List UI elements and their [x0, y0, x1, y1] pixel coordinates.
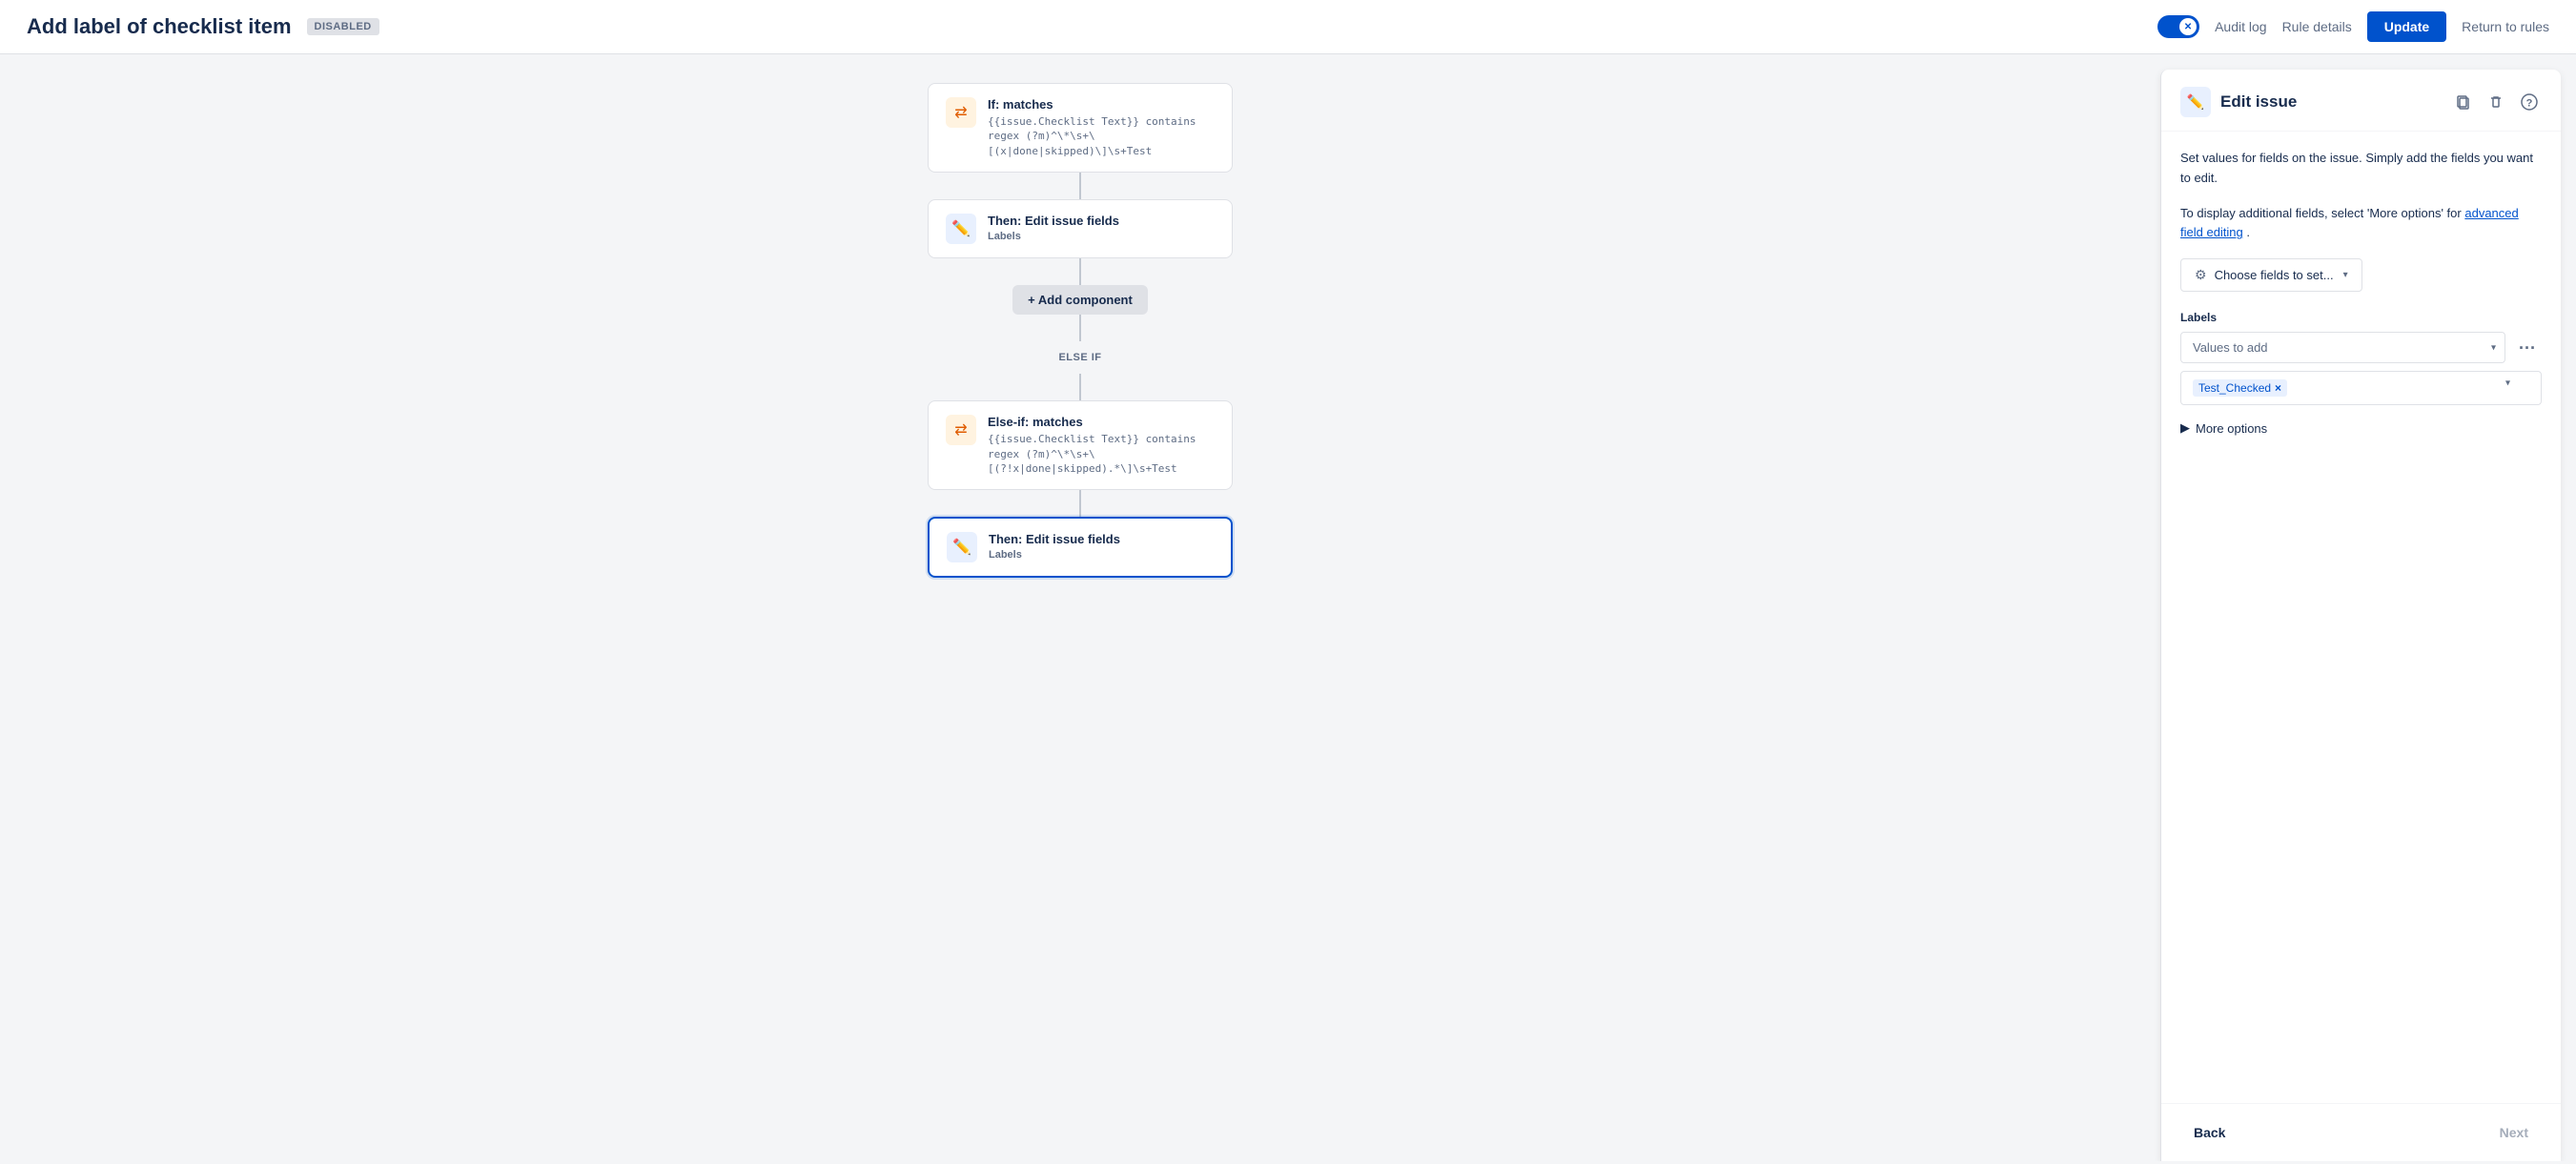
- panel-desc-2: To display additional fields, select 'Mo…: [2180, 204, 2542, 244]
- panel-icon-wrap: ✏️: [2180, 87, 2211, 117]
- disabled-badge: DISABLED: [307, 18, 379, 35]
- tag-select-wrapper: Test_Checked × ▾: [2180, 371, 2542, 405]
- split-orange-icon-wrap: ⇄: [946, 97, 976, 128]
- toggle-knob: ✕: [2179, 18, 2197, 35]
- split-orange-icon: ⇄: [954, 103, 967, 122]
- connector-5: [1079, 490, 1081, 517]
- main-layout: ⇄ If: matches {{issue.Checklist Text}} c…: [0, 54, 2576, 1161]
- pencil-blue-icon-wrap-1: ✏️: [946, 214, 976, 244]
- flow-canvas: ⇄ If: matches {{issue.Checklist Text}} c…: [0, 54, 2160, 1161]
- connector-4: [1079, 374, 1081, 400]
- rule-details-link[interactable]: Rule details: [2282, 19, 2352, 34]
- panel-header-actions: ?: [2452, 90, 2542, 114]
- then-edit-1-subtitle: Labels: [988, 231, 1215, 242]
- panel-header: ✏️ Edit issue ?: [2161, 70, 2561, 132]
- connector-3: [1079, 315, 1081, 341]
- next-button: Next: [2486, 1117, 2542, 1148]
- copy-button[interactable]: [2452, 91, 2475, 113]
- chevron-down-icon: ▾: [2343, 270, 2348, 280]
- if-matches-desc: {{issue.Checklist Text}} contains regex …: [988, 114, 1215, 158]
- values-to-add-wrapper: Values to add ▾: [2180, 332, 2505, 363]
- else-if-label: ELSE IF: [1049, 349, 1111, 366]
- return-to-rules-link[interactable]: Return to rules: [2462, 19, 2549, 34]
- choose-fields-button[interactable]: ⚙ Choose fields to set... ▾: [2180, 258, 2362, 292]
- flow-column: ⇄ If: matches {{issue.Checklist Text}} c…: [918, 83, 1242, 578]
- tag-select-chevron-icon: ▾: [2505, 378, 2510, 388]
- help-button[interactable]: ?: [2517, 90, 2542, 114]
- panel-pencil-icon: ✏️: [2187, 93, 2205, 111]
- page-title: Add label of checklist item: [27, 14, 292, 39]
- svg-text:?: ?: [2526, 98, 2533, 110]
- connector-1: [1079, 173, 1081, 199]
- tag-select-display[interactable]: Test_Checked × ▾: [2180, 371, 2542, 405]
- split-orange-icon-2: ⇄: [954, 420, 967, 439]
- pencil-blue-icon-wrap-2: ✏️: [947, 532, 977, 562]
- labels-field-row: Values to add ▾ ···: [2180, 332, 2542, 363]
- more-options-dots-button[interactable]: ···: [2513, 336, 2542, 360]
- help-icon: ?: [2521, 93, 2538, 111]
- if-matches-title: If: matches: [988, 97, 1215, 112]
- audit-log-link[interactable]: Audit log: [2215, 19, 2266, 34]
- pencil-blue-icon-2: ✏️: [952, 538, 971, 557]
- update-button[interactable]: Update: [2367, 11, 2446, 42]
- copy-icon: [2456, 94, 2471, 110]
- then-edit-2-title: Then: Edit issue fields: [989, 532, 1214, 546]
- chevron-right-icon: ▶: [2180, 420, 2190, 436]
- tag-remove-x[interactable]: ×: [2275, 382, 2281, 394]
- connector-2: [1079, 258, 1081, 285]
- else-if-matches-node[interactable]: ⇄ Else-if: matches {{issue.Checklist Tex…: [928, 400, 1233, 490]
- right-panel: ✏️ Edit issue ?: [2160, 70, 2561, 1161]
- panel-title: Edit issue: [2220, 92, 2443, 112]
- toggle-container[interactable]: ✕: [2157, 15, 2199, 38]
- split-orange-icon-wrap-2: ⇄: [946, 415, 976, 445]
- test-checked-tag: Test_Checked ×: [2193, 379, 2287, 397]
- panel-desc-1: Set values for fields on the issue. Simp…: [2180, 149, 2542, 189]
- panel-footer: Back Next: [2161, 1103, 2561, 1161]
- back-button[interactable]: Back: [2180, 1117, 2239, 1148]
- labels-field-label: Labels: [2180, 311, 2542, 324]
- enable-toggle[interactable]: ✕: [2157, 15, 2199, 38]
- then-edit-1-title: Then: Edit issue fields: [988, 214, 1215, 228]
- gear-icon: ⚙: [2195, 267, 2207, 283]
- else-if-matches-desc: {{issue.Checklist Text}} contains regex …: [988, 432, 1215, 476]
- if-matches-node[interactable]: ⇄ If: matches {{issue.Checklist Text}} c…: [928, 83, 1233, 173]
- trash-icon: [2488, 94, 2504, 110]
- delete-button[interactable]: [2484, 91, 2507, 113]
- then-edit-2-subtitle: Labels: [989, 549, 1214, 561]
- then-edit-2-node[interactable]: ✏️ Then: Edit issue fields Labels: [928, 517, 1233, 578]
- then-edit-1-node[interactable]: ✏️ Then: Edit issue fields Labels: [928, 199, 1233, 258]
- pencil-blue-icon-1: ✏️: [951, 219, 971, 238]
- more-options-link[interactable]: ▶ More options: [2180, 420, 2542, 436]
- add-component-button[interactable]: + Add component: [1012, 285, 1148, 315]
- panel-body: Set values for fields on the issue. Simp…: [2161, 132, 2561, 1103]
- values-to-add-select[interactable]: Values to add: [2180, 332, 2505, 363]
- page-header: Add label of checklist item DISABLED ✕ A…: [0, 0, 2576, 54]
- else-if-matches-title: Else-if: matches: [988, 415, 1215, 429]
